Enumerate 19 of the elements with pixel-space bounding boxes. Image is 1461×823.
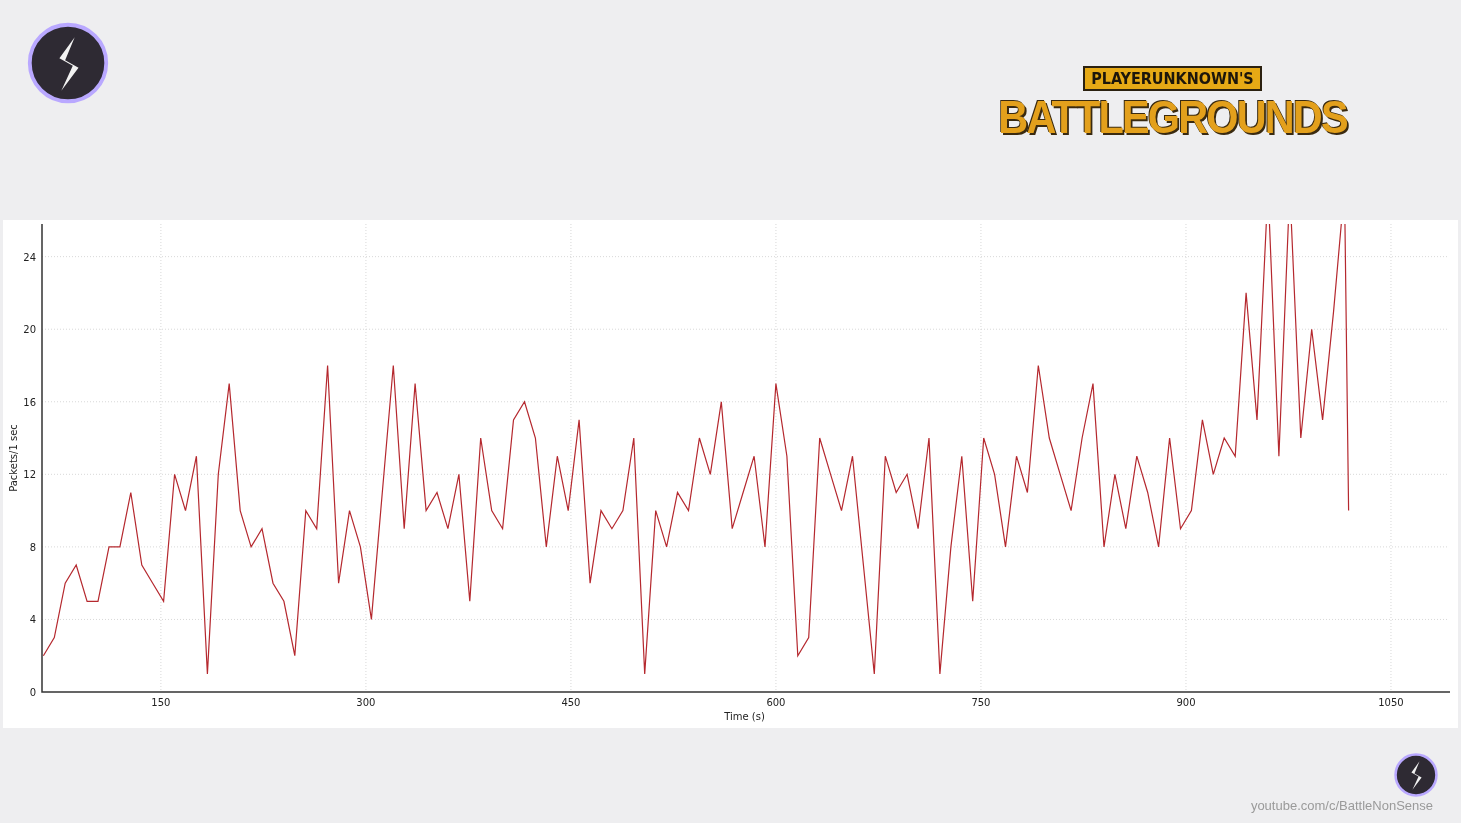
y-tick-label: 0: [29, 687, 36, 698]
game-logo-title: BATTLEGROUNDS: [998, 91, 1347, 143]
x-tick-label: 900: [1176, 697, 1196, 708]
x-axis-label: Time (s): [724, 711, 765, 722]
channel-url: youtube.com/c/BattleNonSense: [1250, 798, 1433, 813]
x-tick-label: 750: [971, 697, 991, 708]
x-tick-label: 150: [151, 697, 171, 708]
y-tick-label: 16: [23, 396, 36, 408]
y-tick-label: 24: [23, 251, 36, 263]
x-tick-label: 450: [561, 697, 581, 708]
y-tick-label: 12: [23, 469, 36, 481]
y-tick-label: 8: [29, 541, 36, 553]
y-axis-label: Packets/1 sec: [8, 424, 19, 492]
y-tick-label: 4: [29, 614, 36, 626]
x-tick-label: 600: [766, 697, 786, 708]
x-tick-label: 1050: [1378, 697, 1404, 708]
x-tick-label: 300: [356, 697, 376, 708]
y-tick-label: 20: [23, 324, 36, 336]
game-logo-subtitle: PLAYERUNKNOWN'S: [1083, 66, 1262, 91]
